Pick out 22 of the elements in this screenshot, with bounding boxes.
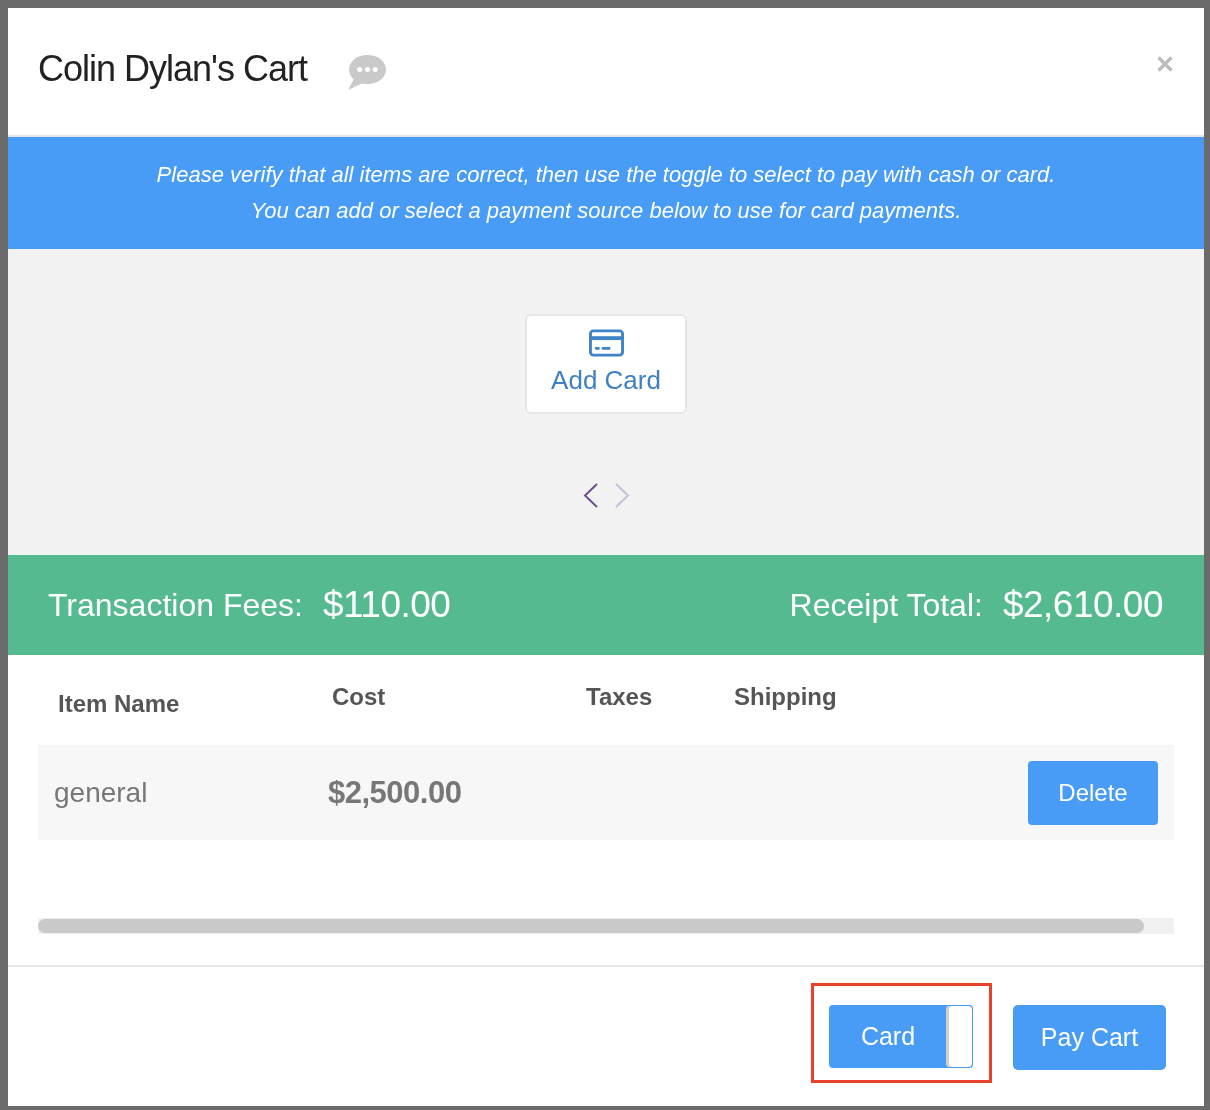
column-header: Taxes <box>585 683 654 711</box>
chevron-right-icon[interactable] <box>614 483 630 508</box>
table-cell-text: $2,500.00 <box>328 774 463 811</box>
banner-message: Please verify that all items are correct, then use the toggle to select to pay with cash or card. You can add or select a payment source below to use for card payments. <box>156 161 1056 225</box>
dialog-title: Colin Dylan's Cart <box>38 46 307 91</box>
chat-bubble-icon[interactable] <box>346 55 386 90</box>
pay-cart-button[interactable]: Pay Cart <box>1013 1005 1166 1070</box>
total-amount: $2,610.00 <box>1002 584 1163 626</box>
column-header: Cost <box>331 683 387 711</box>
column-header: Shipping <box>733 683 838 711</box>
delete-button[interactable]: Delete <box>1028 760 1158 825</box>
credit-card-icon <box>588 329 624 357</box>
payment-toggle[interactable]: Card <box>829 1005 973 1068</box>
column-header: Item Name <box>57 690 181 718</box>
chevron-left-icon[interactable] <box>582 483 598 508</box>
close-icon[interactable] <box>1157 55 1173 72</box>
toggle-knob[interactable] <box>946 1006 972 1067</box>
table-cell-text: general <box>53 776 149 809</box>
total-label: Transaction Fees: <box>48 586 303 624</box>
add-card-button[interactable]: Add Card <box>525 314 687 414</box>
total-amount: $110.00 <box>322 584 451 626</box>
total-label: Receipt Total: <box>789 586 983 624</box>
